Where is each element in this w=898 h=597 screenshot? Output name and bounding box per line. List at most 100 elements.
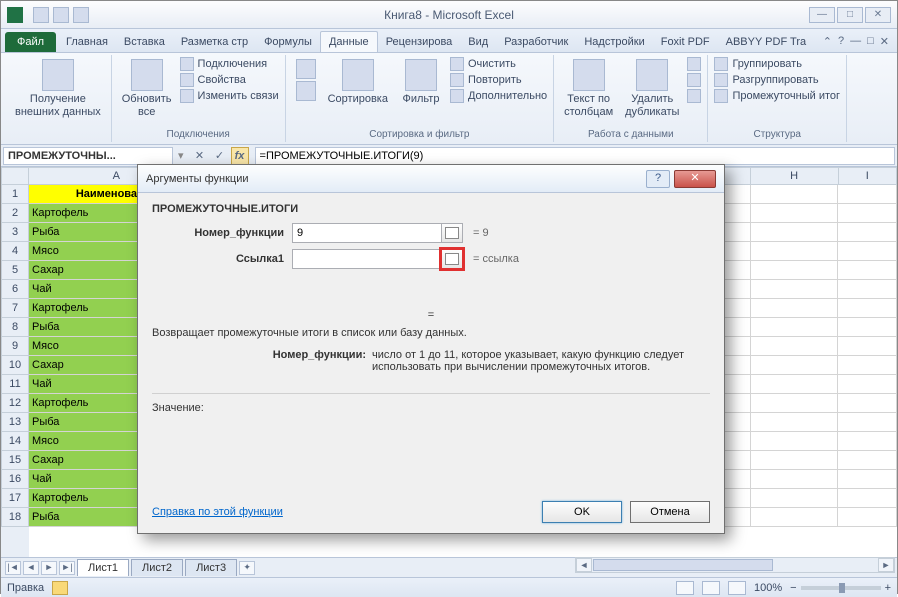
cell[interactable] — [751, 508, 839, 527]
group-button[interactable]: Группировать — [714, 57, 840, 71]
arg2-ref-button[interactable] — [441, 249, 463, 269]
scroll-right-button[interactable]: ► — [878, 558, 894, 572]
col-header[interactable]: H — [751, 167, 839, 185]
scroll-thumb[interactable] — [593, 559, 773, 571]
row-header[interactable]: 2 — [1, 204, 29, 223]
new-sheet-button[interactable]: ✦ — [239, 561, 255, 575]
row-header[interactable]: 15 — [1, 451, 29, 470]
cell[interactable] — [838, 470, 897, 489]
cell[interactable] — [751, 375, 839, 394]
cell[interactable] — [751, 394, 839, 413]
cell[interactable] — [751, 223, 839, 242]
row-header[interactable]: 1 — [1, 185, 29, 204]
cell[interactable] — [751, 261, 839, 280]
zoom-slider[interactable]: − + — [790, 582, 891, 594]
dialog-titlebar[interactable]: Аргументы функции ? ✕ — [138, 165, 724, 193]
horizontal-scrollbar[interactable]: ◄ ► — [575, 557, 895, 573]
sheet-tab-2[interactable]: Лист2 — [131, 559, 183, 576]
cell[interactable] — [838, 185, 897, 204]
arg1-input[interactable] — [292, 223, 442, 243]
scroll-left-button[interactable]: ◄ — [576, 558, 592, 572]
properties-button[interactable]: Свойства — [180, 73, 279, 87]
name-box[interactable]: ПРОМЕЖУТОЧНЫ... — [3, 147, 173, 165]
tab-view[interactable]: Вид — [460, 32, 496, 52]
clear-filter-button[interactable]: Очистить — [450, 57, 547, 71]
ok-button[interactable]: OK — [542, 501, 622, 523]
arg1-ref-button[interactable] — [441, 223, 463, 243]
tab-foxit[interactable]: Foxit PDF — [653, 32, 718, 52]
accept-formula-button[interactable]: ✓ — [211, 147, 229, 165]
cell[interactable] — [838, 432, 897, 451]
cancel-formula-button[interactable]: ✕ — [191, 147, 209, 165]
cell[interactable] — [751, 185, 839, 204]
cancel-button[interactable]: Отмена — [630, 501, 710, 523]
cell[interactable] — [838, 299, 897, 318]
cell[interactable] — [838, 375, 897, 394]
ribbon-minimize-icon[interactable]: ⌃ — [823, 35, 832, 48]
cell[interactable] — [751, 413, 839, 432]
col-header[interactable]: I — [839, 167, 898, 185]
cell[interactable] — [838, 413, 897, 432]
tab-addins[interactable]: Надстройки — [576, 32, 652, 52]
view-normal-button[interactable] — [676, 581, 694, 595]
consolidate-button[interactable] — [687, 73, 701, 87]
cell[interactable] — [751, 470, 839, 489]
formula-input[interactable]: =ПРОМЕЖУТОЧНЫЕ.ИТОГИ(9) — [255, 147, 895, 165]
cell[interactable] — [751, 337, 839, 356]
minimize-button[interactable]: — — [809, 7, 835, 23]
row-header[interactable]: 7 — [1, 299, 29, 318]
tab-layout[interactable]: Разметка стр — [173, 32, 256, 52]
row-header[interactable]: 13 — [1, 413, 29, 432]
row-header[interactable]: 10 — [1, 356, 29, 375]
cell[interactable] — [751, 356, 839, 375]
refresh-all-button[interactable]: Обновить все — [118, 57, 176, 121]
tab-file[interactable]: Файл — [5, 32, 56, 52]
cell[interactable] — [838, 242, 897, 261]
help-icon[interactable]: ? — [838, 35, 844, 48]
cell[interactable] — [751, 299, 839, 318]
cell[interactable] — [751, 451, 839, 470]
tab-data[interactable]: Данные — [320, 31, 378, 52]
tab-nav-last[interactable]: ►| — [59, 561, 75, 575]
macro-record-icon[interactable] — [52, 581, 68, 595]
sheet-tab-1[interactable]: Лист1 — [77, 559, 129, 576]
sort-az-button[interactable] — [292, 57, 320, 105]
cell[interactable] — [838, 508, 897, 527]
cell[interactable] — [751, 489, 839, 508]
row-header[interactable]: 5 — [1, 261, 29, 280]
view-layout-button[interactable] — [702, 581, 720, 595]
validation-button[interactable] — [687, 57, 701, 71]
advanced-filter-button[interactable]: Дополнительно — [450, 89, 547, 103]
arg2-input[interactable] — [292, 249, 442, 269]
doc-restore-icon[interactable]: □ — [867, 35, 874, 48]
row-header[interactable]: 14 — [1, 432, 29, 451]
tab-insert[interactable]: Вставка — [116, 32, 173, 52]
doc-close-icon[interactable]: ✕ — [880, 35, 889, 48]
edit-links-button[interactable]: Изменить связи — [180, 89, 279, 103]
cell[interactable] — [838, 318, 897, 337]
maximize-button[interactable]: □ — [837, 7, 863, 23]
dialog-help-button[interactable]: ? — [646, 170, 670, 188]
close-button[interactable]: ✕ — [865, 7, 891, 23]
qat-save-icon[interactable] — [33, 7, 49, 23]
qat-undo-icon[interactable] — [53, 7, 69, 23]
text-to-columns-button[interactable]: Текст по столбцам — [560, 57, 617, 121]
cell[interactable] — [838, 394, 897, 413]
tab-developer[interactable]: Разработчик — [496, 32, 576, 52]
sheet-tab-3[interactable]: Лист3 — [185, 559, 237, 576]
tab-nav-prev[interactable]: ◄ — [23, 561, 39, 575]
cell[interactable] — [838, 223, 897, 242]
subtotal-button[interactable]: Промежуточный итог — [714, 89, 840, 103]
row-header[interactable]: 6 — [1, 280, 29, 299]
row-header[interactable]: 8 — [1, 318, 29, 337]
filter-button[interactable]: Фильтр — [396, 57, 446, 108]
row-header[interactable]: 18 — [1, 508, 29, 527]
cell[interactable] — [751, 242, 839, 261]
row-header[interactable]: 11 — [1, 375, 29, 394]
cell[interactable] — [838, 451, 897, 470]
tab-nav-next[interactable]: ► — [41, 561, 57, 575]
cell[interactable] — [751, 432, 839, 451]
row-header[interactable]: 9 — [1, 337, 29, 356]
reapply-button[interactable]: Повторить — [450, 73, 547, 87]
whatif-button[interactable] — [687, 89, 701, 103]
